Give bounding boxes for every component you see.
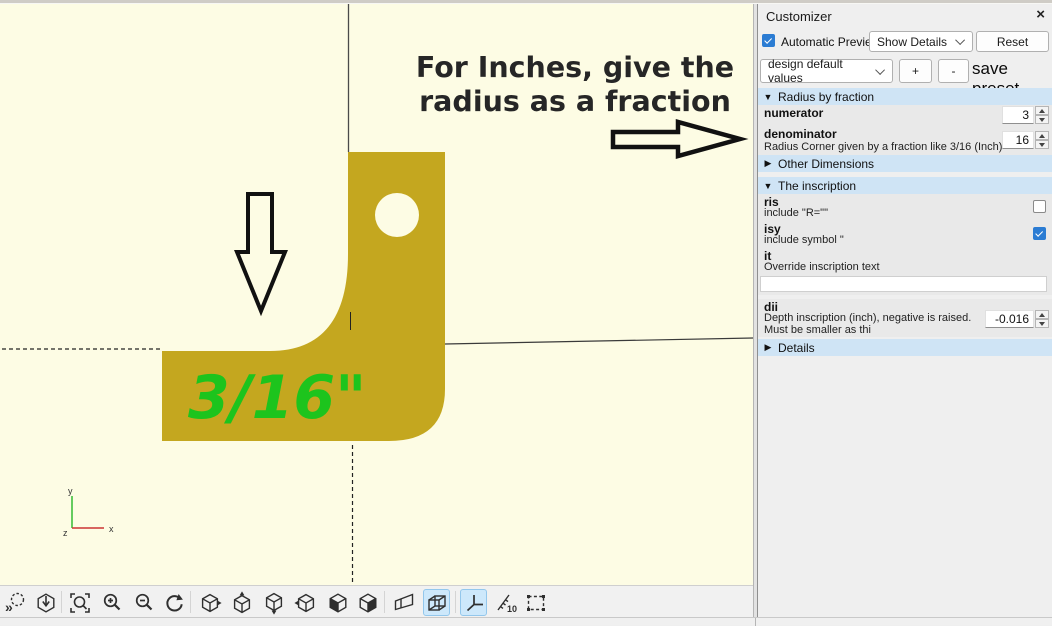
zoom-out-icon[interactable] bbox=[130, 589, 157, 616]
axes-label-z: z bbox=[63, 528, 68, 538]
add-preset-label: + bbox=[912, 64, 919, 78]
denominator-description: Radius Corner given by a fraction like 3… bbox=[764, 141, 1002, 153]
add-preset-button[interactable]: + bbox=[899, 59, 932, 83]
show-scale-markers-icon[interactable]: 10 bbox=[492, 589, 519, 616]
view-boundary-icon[interactable] bbox=[522, 589, 549, 616]
expand-triangle-icon: ▶ bbox=[758, 158, 778, 169]
view-toolbar: » bbox=[0, 585, 753, 618]
chevron-down-icon bbox=[955, 35, 965, 45]
remove-preset-button[interactable]: - bbox=[938, 59, 969, 83]
view-front-icon[interactable] bbox=[324, 589, 351, 616]
numerator-label: numerator bbox=[764, 106, 823, 120]
view-back-icon[interactable] bbox=[354, 589, 381, 616]
status-bar bbox=[0, 617, 1052, 625]
section-the-inscription[interactable]: ▼ The inscription bbox=[758, 177, 1052, 194]
remove-preset-label: - bbox=[952, 64, 956, 78]
numerator-row: numerator 3 bbox=[758, 105, 1052, 126]
dii-value[interactable]: -0.016 bbox=[985, 310, 1034, 328]
it-description: Override inscription text bbox=[764, 261, 880, 273]
view-bottom-icon[interactable] bbox=[260, 589, 287, 616]
toolbar-separator bbox=[384, 591, 385, 613]
expand-triangle-icon: ▶ bbox=[758, 342, 778, 353]
section-title: Details bbox=[778, 341, 815, 355]
3d-viewport[interactable]: 3/16" For Inches, give the radius as a f… bbox=[0, 4, 753, 585]
isy-checkbox[interactable] bbox=[1033, 227, 1046, 240]
reset-button[interactable]: Reset bbox=[976, 31, 1049, 52]
section-details[interactable]: ▶ Details bbox=[758, 339, 1052, 356]
isy-description: include symbol " bbox=[764, 234, 844, 246]
ris-checkbox[interactable] bbox=[1033, 200, 1046, 213]
triangle-down-icon bbox=[1039, 322, 1045, 326]
view-top-icon[interactable] bbox=[228, 589, 255, 616]
triangle-up-icon bbox=[1039, 313, 1045, 317]
section-title: Other Dimensions bbox=[778, 157, 874, 171]
ris-description: include "R="" bbox=[764, 207, 828, 219]
it-row: it Override inscription text bbox=[758, 248, 1052, 295]
panel-title: Customizer bbox=[766, 9, 832, 24]
spin-up-button[interactable] bbox=[1035, 131, 1049, 140]
section-title: Radius by fraction bbox=[778, 90, 874, 104]
spin-down-button[interactable] bbox=[1035, 140, 1049, 149]
toolbar-separator bbox=[455, 591, 456, 613]
automatic-preview-label: Automatic Preview bbox=[781, 35, 880, 49]
denominator-row: denominator Radius Corner given by a fra… bbox=[758, 126, 1052, 155]
check-icon bbox=[764, 36, 772, 44]
triangle-up-icon bbox=[1039, 134, 1045, 138]
spin-down-button[interactable] bbox=[1035, 115, 1049, 124]
axes-label-y: y bbox=[68, 486, 73, 496]
zoom-in-icon[interactable] bbox=[98, 589, 125, 616]
section-title: The inscription bbox=[778, 179, 856, 193]
denominator-spinbox: 16 bbox=[1002, 131, 1049, 149]
check-icon bbox=[1035, 229, 1043, 237]
dii-spinbox: -0.016 bbox=[985, 310, 1049, 328]
toolbar-separator bbox=[61, 591, 62, 613]
details-mode-value: Show Details bbox=[877, 35, 947, 49]
viewport-canvas: 3/16" For Inches, give the radius as a f… bbox=[0, 4, 753, 585]
spin-up-button[interactable] bbox=[1035, 310, 1049, 319]
section-other-dimensions[interactable]: ▶ Other Dimensions bbox=[758, 155, 1052, 172]
numerator-value[interactable]: 3 bbox=[1002, 106, 1034, 124]
view-all-icon[interactable] bbox=[32, 589, 59, 616]
spin-down-button[interactable] bbox=[1035, 319, 1049, 328]
perspective-icon[interactable] bbox=[390, 589, 417, 616]
toolbar-separator bbox=[190, 591, 191, 613]
reset-button-label: Reset bbox=[997, 35, 1028, 49]
dii-row: dii Depth inscription (inch), negative i… bbox=[758, 299, 1052, 337]
override-inscription-input[interactable] bbox=[760, 276, 1047, 292]
numerator-spinbox: 3 bbox=[1002, 106, 1049, 124]
details-mode-dropdown[interactable]: Show Details bbox=[869, 31, 973, 52]
zoom-to-fit-icon[interactable] bbox=[66, 589, 93, 616]
collapse-triangle-icon: ▼ bbox=[758, 181, 778, 191]
part-inscription-label: 3/16" bbox=[188, 363, 366, 433]
isy-row: isy include symbol " bbox=[758, 221, 1052, 248]
svg-text:10: 10 bbox=[507, 604, 517, 614]
triangle-up-icon bbox=[1039, 109, 1045, 113]
denominator-value[interactable]: 16 bbox=[1002, 131, 1034, 149]
view-right-icon[interactable] bbox=[196, 589, 223, 616]
show-axes-icon[interactable] bbox=[460, 589, 487, 616]
customizer-panel: Customizer × Automatic Preview Show Deta… bbox=[758, 4, 1052, 617]
orthogonal-icon[interactable] bbox=[423, 589, 450, 616]
dii-description-line2: Must be smaller as thi bbox=[764, 324, 871, 336]
denominator-label: denominator bbox=[764, 127, 837, 141]
section-radius-by-fraction[interactable]: ▼ Radius by fraction bbox=[758, 88, 1052, 105]
toolbar-overflow-icon[interactable]: » bbox=[2, 589, 29, 616]
ris-row: ris include "R="" bbox=[758, 194, 1052, 221]
automatic-preview-checkbox[interactable] bbox=[762, 34, 775, 47]
annotation-text-line2: radius as a fraction bbox=[419, 85, 731, 118]
close-icon[interactable]: × bbox=[1036, 6, 1045, 24]
annotation-text-line1: For Inches, give the bbox=[416, 51, 734, 84]
triangle-down-icon bbox=[1039, 118, 1045, 122]
collapse-triangle-icon: ▼ bbox=[758, 92, 778, 102]
triangle-down-icon bbox=[1039, 143, 1045, 147]
preset-dropdown[interactable]: design default values bbox=[760, 59, 893, 83]
spin-up-button[interactable] bbox=[1035, 106, 1049, 115]
view-left-icon[interactable] bbox=[292, 589, 319, 616]
dii-description-line1: Depth inscription (inch), negative is ra… bbox=[764, 312, 971, 324]
axes-label-x: x bbox=[109, 524, 114, 534]
svg-text:»: » bbox=[5, 599, 13, 615]
reset-view-icon[interactable] bbox=[160, 589, 187, 616]
preset-value: design default values bbox=[768, 57, 878, 85]
